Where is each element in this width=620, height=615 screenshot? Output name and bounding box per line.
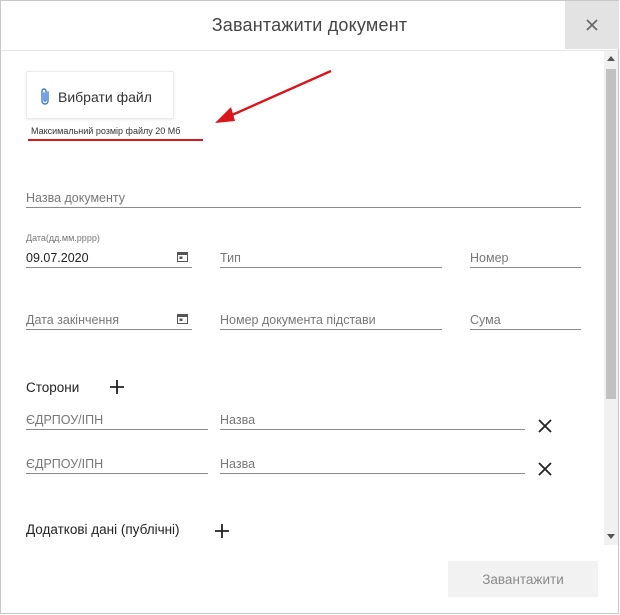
calendar-icon[interactable] — [177, 313, 188, 324]
party-edrpou-placeholder: ЄДРПОУ/ІПН — [26, 457, 104, 471]
add-extra-data-plus-icon[interactable] — [214, 523, 230, 539]
remove-party-icon[interactable] — [538, 462, 552, 476]
remove-party-icon[interactable] — [538, 419, 552, 433]
annotation-arrow-icon — [215, 69, 332, 123]
close-button[interactable] — [565, 1, 619, 49]
end-date-field[interactable]: Дата закінчення — [26, 307, 192, 330]
max-file-size-note: Максимальний розмір файлу 20 Мб — [31, 126, 181, 136]
upload-button[interactable]: Завантажити — [448, 561, 598, 597]
document-name-placeholder: Назва документу — [26, 191, 126, 205]
add-party-plus-icon[interactable] — [109, 379, 125, 395]
extra-data-label: Додаткові дані (публічні) — [26, 522, 180, 537]
party-name-placeholder: Назва — [220, 413, 256, 427]
upload-document-dialog: Завантажити документ Вибрати файл Максим… — [0, 0, 619, 614]
date-field[interactable]: Дата(дд.мм.рррр) 09.07.2020 — [26, 233, 192, 268]
choose-file-label: Вибрати файл — [58, 89, 152, 105]
dialog-body: Вибрати файл Максимальний розмір файлу 2… — [1, 51, 604, 545]
type-field[interactable]: Тип — [220, 245, 442, 268]
party-name-field[interactable]: Назва — [220, 407, 525, 430]
base-document-number-field[interactable]: Номер документа підстави — [220, 307, 442, 330]
document-name-field[interactable]: Назва документу — [26, 185, 581, 208]
scroll-thumb[interactable] — [606, 69, 616, 399]
party-name-field[interactable]: Назва — [220, 451, 525, 474]
end-date-placeholder: Дата закінчення — [26, 313, 120, 327]
base-document-number-placeholder: Номер документа підстави — [220, 313, 376, 327]
sum-placeholder: Сума — [470, 313, 501, 327]
calendar-icon[interactable] — [177, 251, 188, 262]
type-placeholder: Тип — [220, 251, 241, 265]
parties-label: Сторони — [26, 380, 80, 395]
sum-field[interactable]: Сума — [470, 307, 581, 330]
party-edrpou-placeholder: ЄДРПОУ/ІПН — [26, 413, 104, 427]
scroll-down-icon[interactable] — [607, 534, 615, 539]
dialog-header: Завантажити документ — [1, 1, 619, 51]
annotation-underline — [28, 139, 203, 141]
party-edrpou-field[interactable]: ЄДРПОУ/ІПН — [26, 451, 208, 474]
paperclip-icon — [41, 88, 49, 105]
choose-file-button[interactable]: Вибрати файл — [26, 71, 174, 119]
party-edrpou-field[interactable]: ЄДРПОУ/ІПН — [26, 407, 208, 430]
close-icon — [586, 19, 598, 31]
date-label: Дата(дд.мм.рррр) — [26, 233, 100, 243]
dialog-scrollbar[interactable] — [604, 51, 618, 545]
party-name-placeholder: Назва — [220, 457, 256, 471]
number-placeholder: Номер — [470, 251, 509, 265]
scroll-up-icon[interactable] — [607, 56, 615, 61]
number-field[interactable]: Номер — [470, 245, 581, 268]
date-value: 09.07.2020 — [26, 251, 89, 265]
dialog-title: Завантажити документ — [211, 15, 408, 35]
